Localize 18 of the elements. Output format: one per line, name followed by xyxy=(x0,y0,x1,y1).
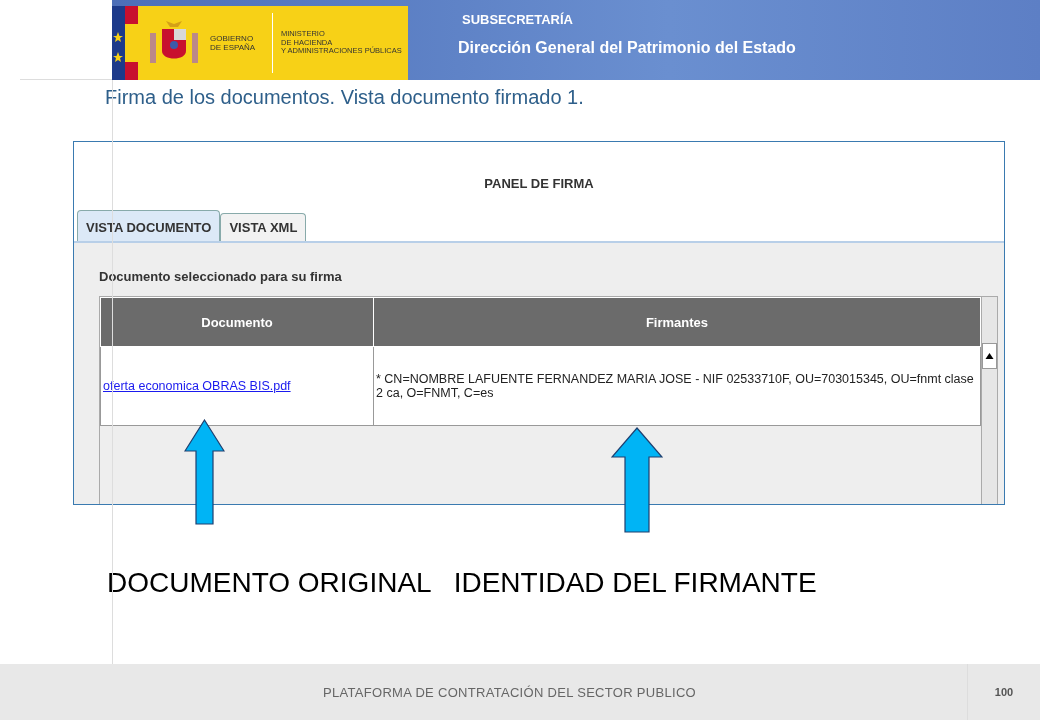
government-name: GOBIERNO DE ESPAÑA xyxy=(210,34,257,52)
page-number: 100 xyxy=(967,664,1040,720)
section-label: Documento seleccionado para su firma xyxy=(99,269,342,284)
scroll-up-icon[interactable] xyxy=(982,343,997,369)
tab[interactable]: VISTA XML xyxy=(220,213,307,241)
callout-label: IDENTIDAD DEL FIRMANTE xyxy=(453,567,817,599)
scrollbar[interactable] xyxy=(981,297,997,504)
column-header: Firmantes xyxy=(373,297,981,347)
callout-label: DOCUMENTO ORIGINAL xyxy=(107,567,432,599)
directorate-label: Dirección General del Patrimonio del Estado xyxy=(458,39,796,57)
table-cell: * CN=NOMBRE LAFUENTE FERNANDEZ MARIA JOSE - NIF 02533710F, OU=703015345, OU=fnmt clase 2 ca, O=FNMT, C=es xyxy=(373,346,981,426)
panel-title: PANEL DE FIRMA xyxy=(484,176,594,191)
footer-text: PLATAFORMA DE CONTRATACIÓN DEL SECTOR PUBLICO xyxy=(322,684,697,700)
slide-title: Firma de los documentos. Vista documento firmado 1. xyxy=(105,86,584,109)
subsecretariat-label: SUBSECRETARÍA xyxy=(462,12,574,27)
column-header: Documento xyxy=(100,297,374,347)
document-link[interactable]: oferta economica OBRAS BIS.pdf xyxy=(103,379,291,393)
tab[interactable]: VISTA DOCUMENTO xyxy=(77,210,221,241)
